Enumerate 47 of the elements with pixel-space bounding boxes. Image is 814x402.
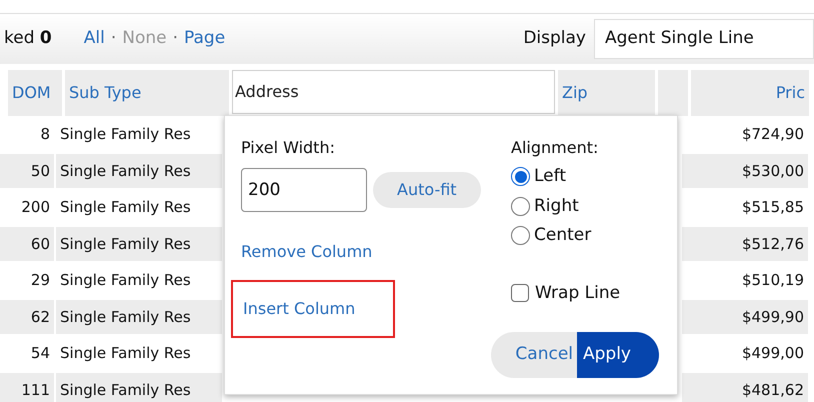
table-cell-text: 54: [30, 343, 51, 364]
alignment-radio[interactable]: Center: [511, 223, 620, 248]
display-select[interactable]: Agent Single Line: [594, 19, 814, 59]
table-cell: $481,62: [682, 372, 808, 402]
table-cell: $499,90: [682, 300, 808, 334]
table-cell: Single Family Res: [56, 300, 222, 334]
table-cell: $512,76: [682, 226, 808, 261]
table-cell-text: 200: [20, 197, 51, 218]
table-cell-text: $515,85: [740, 197, 805, 218]
table-cell: Single Family Res: [56, 226, 222, 261]
alignment-radio[interactable]: Left: [511, 164, 620, 190]
table-cell: 50: [0, 154, 54, 188]
auto-fit-button[interactable]: Auto-fit: [373, 172, 481, 208]
table-cell-text: Single Family Res: [59, 343, 192, 364]
cancel-button[interactable]: Cancel: [491, 332, 577, 378]
column-header[interactable]: Pric: [776, 81, 805, 105]
alignment-radio[interactable]: Right: [511, 194, 620, 219]
apply-button[interactable]: Apply: [577, 332, 659, 378]
pixel-width-label: Pixel Width:: [241, 137, 336, 159]
pixel-width-field[interactable]: 200: [241, 168, 367, 212]
table-cell-text: $510,19: [740, 270, 805, 291]
table-cell-text: 29: [30, 270, 51, 291]
remove-column-link[interactable]: Remove Column: [241, 240, 511, 264]
table-cell: 111: [0, 372, 54, 402]
column-header-field[interactable]: Address: [232, 70, 555, 114]
display-label: Display: [523, 27, 586, 50]
insert-column-link[interactable]: Insert Column: [231, 280, 395, 338]
alignment-label: Alignment:: [511, 137, 600, 159]
wrap-line-checkbox[interactable]: Wrap Line: [511, 280, 620, 306]
column-header-blank: [658, 70, 688, 116]
table-cell-text: Single Family Res: [59, 270, 192, 291]
table-cell-text: Single Family Res: [59, 124, 192, 145]
table-cell-text: Single Family Res: [59, 197, 192, 218]
separator-dot: ·: [172, 27, 178, 50]
table-cell-text: $724,90: [740, 124, 805, 145]
column-header[interactable]: Zip: [562, 81, 588, 105]
table-cell-text: $499,00: [740, 343, 805, 364]
select-link[interactable]: Page: [184, 26, 226, 52]
table-cell-text: 8: [39, 124, 51, 145]
table-cell: $530,00: [682, 154, 808, 188]
table-cell: 60: [0, 226, 54, 261]
separator-dot: ·: [110, 27, 116, 50]
checked-count: ked 0: [4, 27, 52, 50]
table-cell: Single Family Res: [56, 372, 222, 402]
table-cell: Single Family Res: [56, 154, 222, 188]
table-cell: 62: [0, 300, 54, 334]
select-link[interactable]: All: [84, 26, 105, 52]
